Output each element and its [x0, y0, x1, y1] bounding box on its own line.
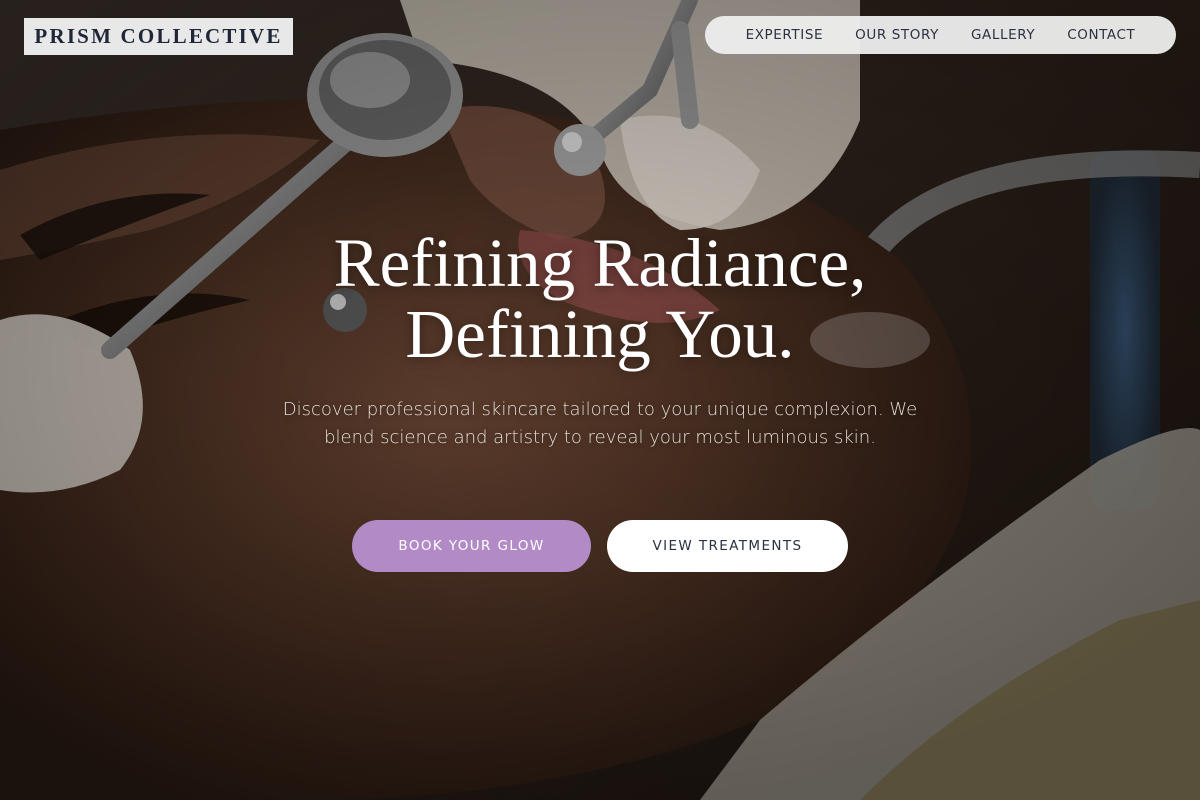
nav-item-our-story[interactable]: OUR STORY — [855, 27, 939, 43]
view-treatments-button[interactable]: VIEW TREATMENTS — [607, 520, 848, 572]
nav-item-expertise[interactable]: EXPERTISE — [746, 27, 824, 43]
brand-logo[interactable]: PRISM COLLECTIVE — [24, 18, 293, 55]
brand-logo-text: PRISM COLLECTIVE — [34, 24, 283, 48]
nav-item-gallery[interactable]: GALLERY — [971, 27, 1035, 43]
main-navigation: EXPERTISE OUR STORY GALLERY CONTACT — [705, 16, 1176, 54]
hero-headline-line-2: Defining You. — [405, 296, 795, 372]
hero-headline: Refining Radiance, Defining You. — [0, 228, 1200, 370]
hero-headline-line-1: Refining Radiance, — [333, 225, 867, 301]
hero-section: PRISM COLLECTIVE EXPERTISE OUR STORY GAL… — [0, 0, 1200, 800]
nav-item-contact[interactable]: CONTACT — [1067, 27, 1135, 43]
hero-subtext: Discover professional skincare tailored … — [282, 399, 918, 448]
book-your-glow-button[interactable]: BOOK YOUR GLOW — [352, 520, 591, 572]
